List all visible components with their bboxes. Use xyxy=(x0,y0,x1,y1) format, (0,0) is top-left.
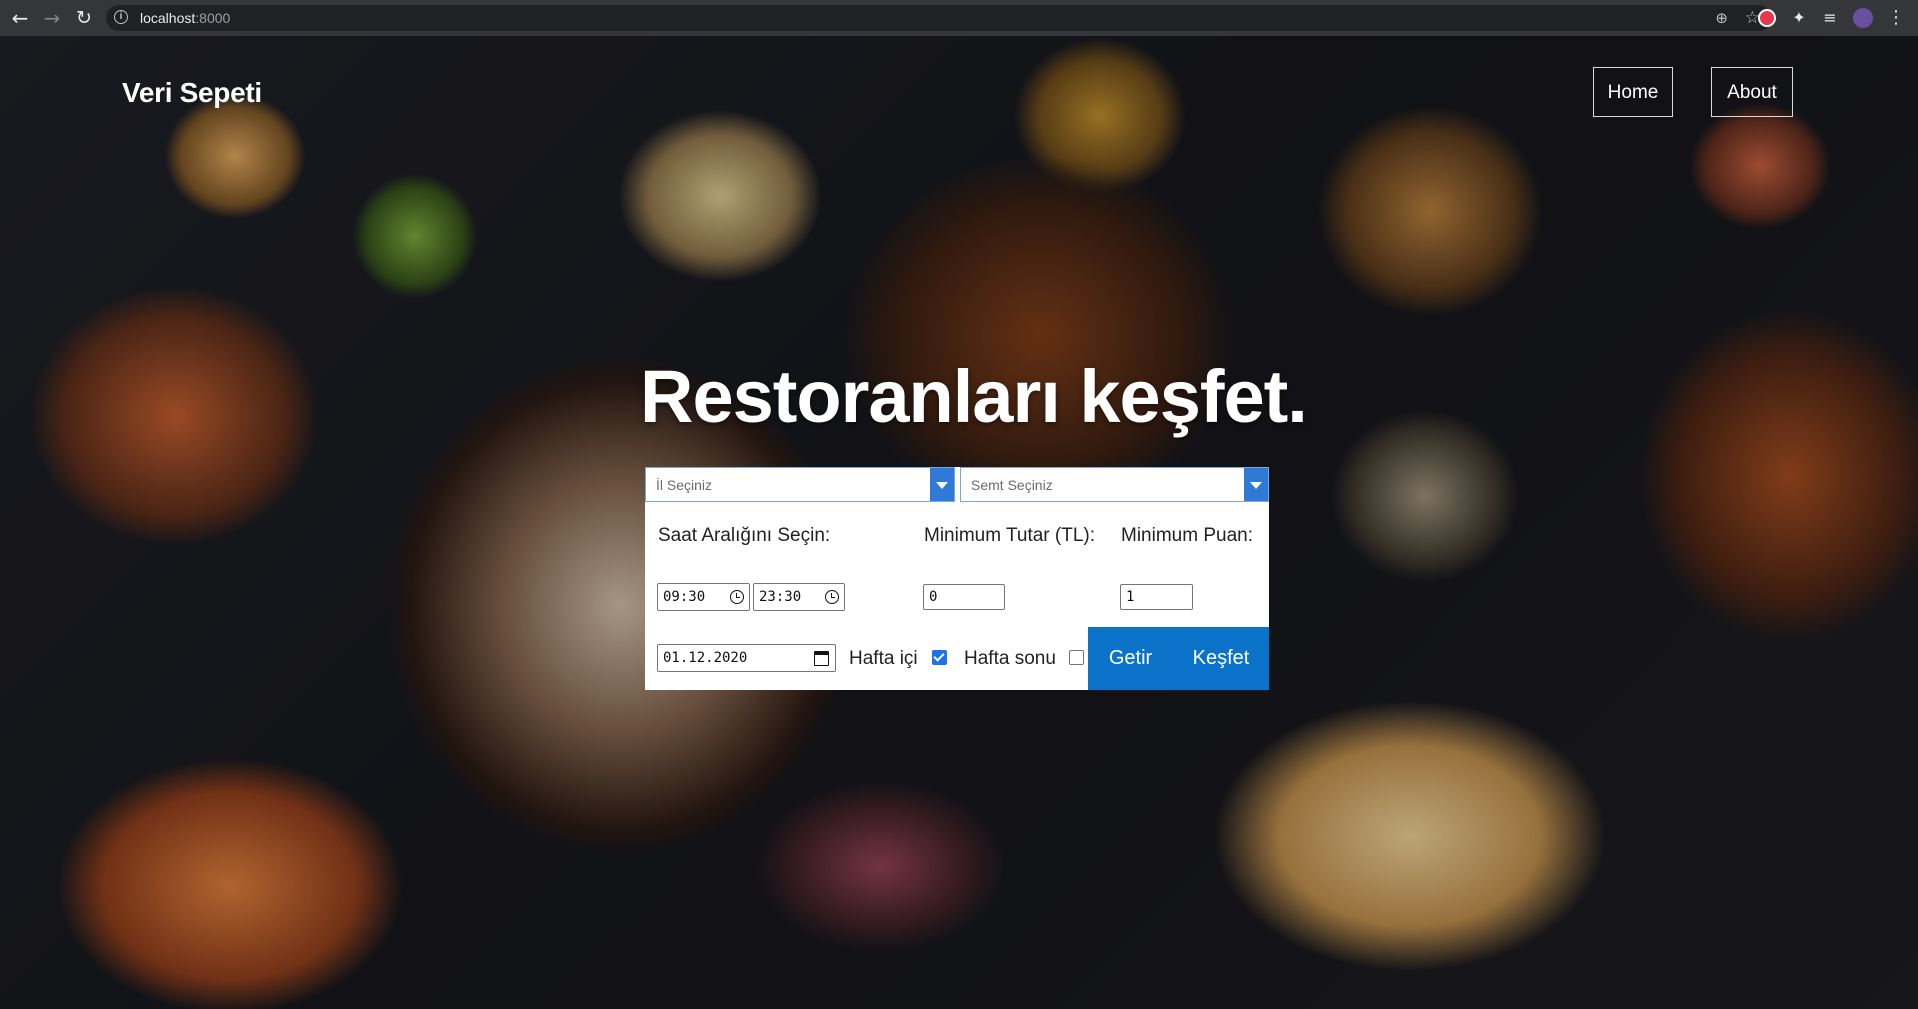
min-amount-value: 0 xyxy=(929,589,938,605)
reload-icon[interactable]: ↻ xyxy=(72,6,96,30)
page-headline: Restoranları keşfet. xyxy=(640,355,1308,438)
url-text: localhost:8000 xyxy=(140,10,231,26)
extensions-puzzle-icon[interactable]: ✦ xyxy=(1787,6,1811,30)
weekday-checkbox[interactable] xyxy=(932,650,947,665)
nav-about-link[interactable]: About xyxy=(1711,67,1793,117)
weekend-label: Hafta sonu xyxy=(964,648,1056,669)
chevron-down-icon[interactable] xyxy=(1244,468,1268,501)
district-select[interactable]: Semt Seçiniz xyxy=(960,467,1269,502)
min-rating-input[interactable]: 1 xyxy=(1120,584,1193,610)
browser-toolbar: ← → ↻ i localhost:8000 ⊕ ☆ ✦ ≡ ⋮ xyxy=(0,0,1918,36)
explore-button[interactable]: Keşfet xyxy=(1173,627,1269,690)
weekend-checkbox[interactable] xyxy=(1069,650,1084,665)
time-end-input[interactable]: 23:30 xyxy=(753,583,845,611)
address-bar[interactable]: i localhost:8000 ⊕ ☆ xyxy=(106,5,1772,31)
clock-icon[interactable] xyxy=(825,590,839,604)
back-icon[interactable]: ← xyxy=(8,6,32,30)
forward-icon[interactable]: → xyxy=(40,6,64,30)
zoom-icon[interactable]: ⊕ xyxy=(1715,10,1728,26)
min-amount-input[interactable]: 0 xyxy=(923,584,1005,610)
extension-record-icon[interactable] xyxy=(1758,9,1776,27)
city-select-placeholder: İl Seçiniz xyxy=(656,477,713,493)
clock-icon[interactable] xyxy=(730,590,744,604)
time-start-value: 09:30 xyxy=(663,589,706,605)
min-rating-label: Minimum Puan: xyxy=(1121,525,1253,546)
date-value: 01.12.2020 xyxy=(663,650,748,666)
site-brand[interactable]: Veri Sepeti xyxy=(122,77,262,109)
calendar-icon[interactable] xyxy=(814,651,829,666)
info-icon[interactable]: i xyxy=(114,10,128,24)
min-rating-value: 1 xyxy=(1126,589,1135,605)
weekday-label: Hafta içi xyxy=(849,648,918,669)
fetch-button[interactable]: Getir xyxy=(1088,627,1173,690)
time-end-value: 23:30 xyxy=(759,589,802,605)
time-start-input[interactable]: 09:30 xyxy=(657,583,750,611)
menu-kebab-icon[interactable]: ⋮ xyxy=(1884,6,1908,30)
min-amount-label: Minimum Tutar (TL): xyxy=(924,525,1096,546)
profile-avatar[interactable] xyxy=(1853,8,1873,28)
reading-list-icon[interactable]: ≡ xyxy=(1818,6,1842,30)
nav-home-link[interactable]: Home xyxy=(1593,67,1673,117)
time-range-label: Saat Aralığını Seçin: xyxy=(658,525,831,546)
search-form: İl Seçiniz Semt Seçiniz Saat Aralığını S… xyxy=(645,467,1269,690)
district-select-placeholder: Semt Seçiniz xyxy=(971,477,1053,493)
date-input[interactable]: 01.12.2020 xyxy=(657,644,836,672)
chevron-down-icon[interactable] xyxy=(930,468,954,501)
city-select[interactable]: İl Seçiniz xyxy=(645,467,955,502)
